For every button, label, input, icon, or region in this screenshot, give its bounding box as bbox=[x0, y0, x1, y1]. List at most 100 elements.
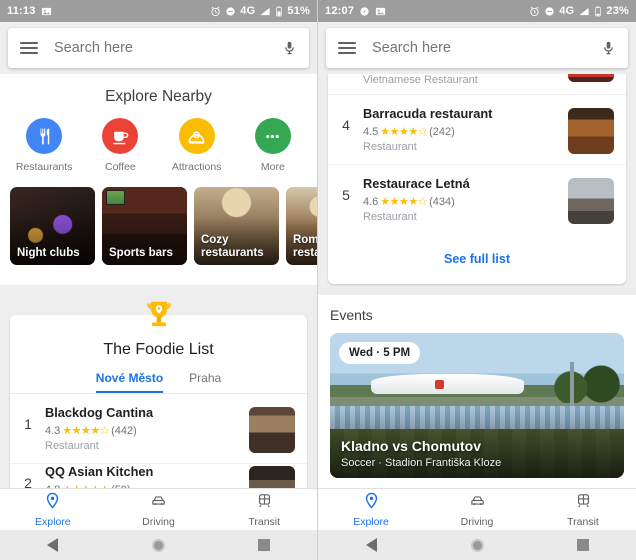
place-thumbnail[interactable] bbox=[568, 74, 614, 82]
table-row[interactable]: 2 QQ Asian Kitchen 4.8 ★★★★★ (59) bbox=[10, 464, 307, 488]
place-category: Restaurant bbox=[363, 141, 417, 153]
back-button[interactable] bbox=[0, 538, 106, 552]
event-card[interactable]: Wed · 5 PM Kladno vs Chomutov Soccer · S… bbox=[330, 333, 624, 478]
home-button[interactable] bbox=[424, 538, 530, 552]
place-thumbnail[interactable] bbox=[249, 407, 295, 453]
tile-caption: Sports bars bbox=[109, 247, 173, 259]
events-title: Events bbox=[330, 307, 373, 323]
search-container bbox=[318, 22, 636, 74]
nav-item-driving[interactable]: Driving bbox=[424, 492, 530, 528]
event-name: Kladno vs Chomutov bbox=[341, 438, 482, 454]
recents-button[interactable] bbox=[530, 539, 636, 551]
explore-pin-icon bbox=[44, 492, 61, 514]
category-coffee[interactable]: Coffee bbox=[86, 118, 154, 173]
right-scroll-body[interactable]: Vietnamese Restaurant 4 Barracuda restau… bbox=[318, 74, 636, 488]
explore-nearby-title: Explore Nearby bbox=[105, 88, 212, 105]
category-more[interactable]: More bbox=[239, 118, 307, 173]
search-bar[interactable] bbox=[326, 28, 628, 68]
explore-tile-sports-bars[interactable]: Sports bars bbox=[102, 187, 187, 265]
system-navigation-bar bbox=[0, 530, 317, 560]
home-circle-icon bbox=[470, 538, 484, 552]
hamburger-icon[interactable] bbox=[20, 42, 38, 54]
nav-label: Explore bbox=[353, 515, 389, 528]
category-label: Coffee bbox=[105, 161, 136, 173]
place-thumbnail[interactable] bbox=[568, 178, 614, 224]
place-rank: 5 bbox=[342, 187, 350, 203]
recents-square-icon bbox=[258, 539, 271, 551]
train-icon bbox=[575, 492, 592, 514]
table-row[interactable]: 4 Barracuda restaurant 4.5 ★★★★☆ (242) R… bbox=[328, 95, 626, 165]
tab-praha[interactable]: Praha bbox=[189, 371, 221, 393]
nav-label: Transit bbox=[248, 515, 281, 528]
category-label: More bbox=[260, 161, 285, 173]
place-review-count: (59) bbox=[111, 484, 131, 489]
place-name: Barracuda restaurant bbox=[363, 106, 493, 121]
search-input[interactable] bbox=[372, 40, 601, 56]
place-rank: 1 bbox=[24, 416, 32, 432]
place-rating-row: 4.5 ★★★★☆ (242) bbox=[363, 125, 559, 139]
place-rank: 4 bbox=[342, 117, 350, 133]
status-bar: 12:07 4G 23% bbox=[318, 0, 636, 22]
place-category: Vietnamese Restaurant bbox=[363, 74, 478, 86]
battery-percent: 23% bbox=[606, 5, 629, 17]
tab-nove-mesto[interactable]: Nové Město bbox=[95, 371, 164, 393]
microphone-icon[interactable] bbox=[601, 39, 616, 57]
nav-item-explore[interactable]: Explore bbox=[0, 492, 106, 528]
nav-label: Driving bbox=[142, 515, 175, 528]
car-icon bbox=[149, 492, 168, 514]
back-button[interactable] bbox=[318, 538, 424, 552]
more-icon bbox=[254, 118, 291, 154]
category-label: Restaurants bbox=[15, 161, 73, 173]
place-rating: 4.5 bbox=[363, 125, 379, 138]
recents-button[interactable] bbox=[211, 539, 317, 551]
place-rating: 4.3 bbox=[45, 424, 61, 437]
table-row[interactable]: 5 Restaurace Letná 4.6 ★★★★☆ (434) Resta… bbox=[328, 165, 626, 234]
place-thumbnail[interactable] bbox=[249, 466, 295, 488]
back-triangle-icon bbox=[47, 538, 59, 552]
category-restaurants[interactable]: Restaurants bbox=[10, 118, 78, 173]
explore-tile-romantic-restaurants[interactable]: Romantic restaurants bbox=[286, 187, 317, 265]
explore-pin-icon bbox=[363, 492, 380, 514]
system-navigation-bar bbox=[318, 530, 636, 560]
left-scroll-body[interactable]: Explore Nearby Restaurants Coffee Attrac… bbox=[0, 74, 317, 488]
event-subtitle: Soccer · Stadion Františka Kloze bbox=[341, 457, 502, 469]
status-time: 12:07 bbox=[325, 5, 355, 17]
tile-caption: Romantic restaurants bbox=[293, 234, 317, 259]
nav-label: Explore bbox=[35, 515, 71, 528]
dnd-icon bbox=[544, 6, 555, 17]
back-triangle-icon bbox=[365, 538, 377, 552]
right-phone-screen: 12:07 4G 23% Search here Vietnamese Rest… bbox=[318, 0, 636, 560]
home-button[interactable] bbox=[106, 538, 212, 552]
place-name: QQ Asian Kitchen bbox=[45, 464, 154, 479]
home-circle-icon bbox=[152, 538, 165, 552]
coffee-icon bbox=[102, 118, 139, 154]
hamburger-icon[interactable] bbox=[338, 42, 356, 54]
nav-item-explore[interactable]: Explore bbox=[318, 492, 424, 528]
place-thumbnail[interactable] bbox=[568, 108, 614, 154]
nav-item-driving[interactable]: Driving bbox=[106, 492, 212, 528]
search-bar[interactable] bbox=[8, 28, 309, 68]
explore-tiles-row[interactable]: Night clubs Sports bars Cozy restaurants bbox=[0, 173, 317, 273]
place-category: Restaurant bbox=[45, 440, 99, 452]
category-attractions[interactable]: Attractions bbox=[163, 118, 231, 173]
events-card: Events Wed · 5 PM Kladno vs Chomutov Soc… bbox=[318, 295, 636, 488]
place-rank bbox=[338, 74, 354, 85]
table-row[interactable]: 1 Blackdog Cantina 4.3 ★★★★☆ (442) Resta… bbox=[10, 394, 307, 464]
nav-item-transit[interactable]: Transit bbox=[530, 492, 636, 528]
search-input[interactable] bbox=[54, 40, 282, 56]
alarm-icon bbox=[210, 6, 221, 17]
table-row-partial[interactable]: Vietnamese Restaurant bbox=[328, 74, 626, 95]
bottom-navigation: Explore Driving Transit bbox=[318, 488, 636, 530]
star-rating-icon: ★★★★☆ bbox=[380, 196, 428, 208]
battery-icon bbox=[594, 5, 602, 17]
place-rating: 4.6 bbox=[363, 195, 379, 208]
nav-item-transit[interactable]: Transit bbox=[211, 492, 317, 528]
see-full-list-link[interactable]: See full list bbox=[328, 234, 626, 284]
explore-tile-night-clubs[interactable]: Night clubs bbox=[10, 187, 95, 265]
explore-tile-cozy-restaurants[interactable]: Cozy restaurants bbox=[194, 187, 279, 265]
microphone-icon[interactable] bbox=[282, 39, 297, 57]
attractions-icon bbox=[178, 118, 215, 154]
nav-label: Transit bbox=[567, 515, 599, 528]
tile-caption: Cozy restaurants bbox=[201, 234, 264, 259]
photo-icon bbox=[41, 6, 52, 17]
